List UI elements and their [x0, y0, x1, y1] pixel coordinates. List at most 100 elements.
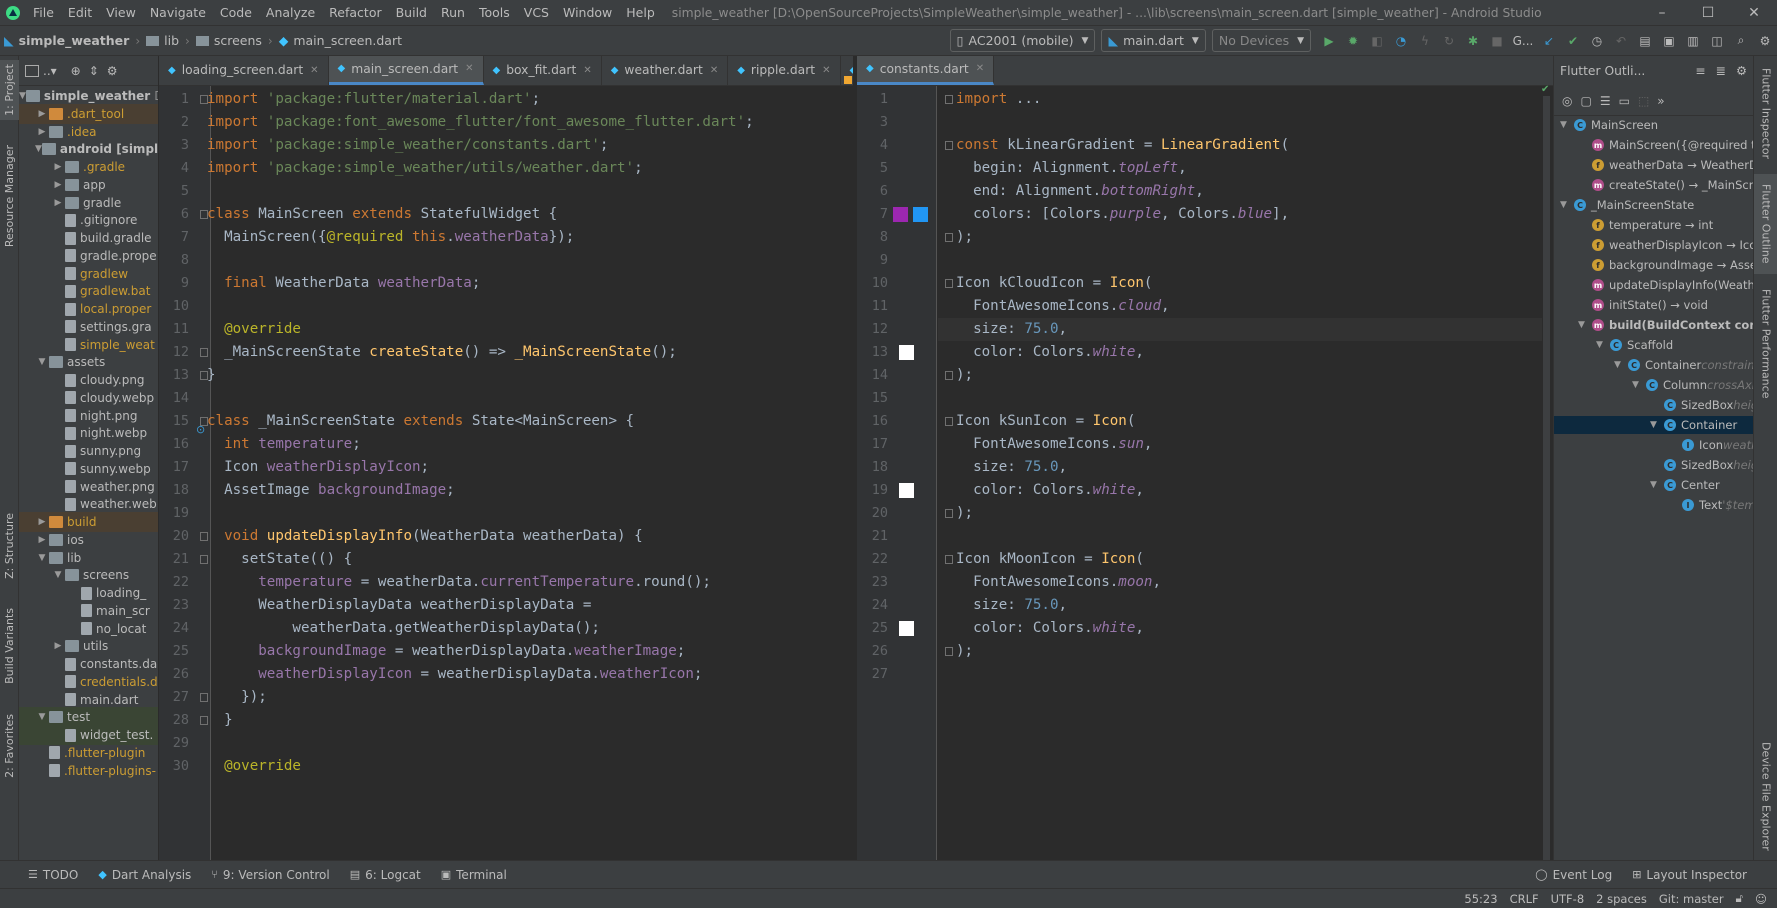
breadcrumb-screens[interactable]: screens [192, 33, 266, 48]
indent-setting[interactable]: 2 spaces [1590, 892, 1653, 906]
menu-item-edit[interactable]: Edit [61, 0, 99, 26]
tab-todo[interactable]: ☰ TODO [0, 868, 88, 882]
history-icon[interactable]: ◷ [1585, 29, 1609, 53]
chevron-right-icon[interactable]: ▶ [35, 109, 49, 119]
expand-all-icon[interactable]: ≡ [1695, 64, 1705, 78]
chevron-down-icon[interactable]: ▼ [1578, 320, 1592, 330]
fold-marker-icon[interactable] [200, 348, 208, 357]
fold-marker-icon[interactable] [200, 210, 208, 219]
fold-marker-icon[interactable] [200, 95, 208, 104]
tab-build-variants[interactable]: Build Variants [0, 596, 19, 696]
chevron-down-icon[interactable]: ▼ [35, 144, 42, 154]
minimize-icon[interactable]: – [1639, 0, 1685, 26]
hot-reload-icon[interactable]: ϟ [1413, 29, 1437, 53]
outline-item[interactable]: ▼C Column crossAxis [1554, 376, 1753, 394]
chevron-right-icon[interactable]: ▶ [35, 127, 49, 137]
debug-icon[interactable]: ✹ [1341, 29, 1365, 53]
outline-item[interactable]: f temperature → int [1554, 216, 1753, 234]
tab-favorites[interactable]: 2: Favorites [0, 706, 19, 786]
menu-item-run[interactable]: Run [434, 0, 472, 26]
outline-item[interactable]: ▼C Container constraints [1554, 356, 1753, 374]
maximize-icon[interactable]: ☐ [1685, 0, 1731, 26]
tab-resource-manager[interactable]: Resource Manager [0, 136, 19, 256]
outline-item[interactable]: I Text '$tem [1554, 496, 1753, 514]
tab-version-control[interactable]: ⑂ 9: Version Control [201, 868, 339, 882]
fold-marker-icon[interactable] [945, 555, 953, 564]
git-label[interactable]: G... [1509, 29, 1537, 53]
close-tab-icon[interactable]: ✕ [583, 65, 591, 76]
editor-tab[interactable]: ◆ loading_screen.dart ✕ [159, 56, 329, 85]
profile-icon[interactable]: ◔ [1389, 29, 1413, 53]
chevron-down-icon[interactable]: ▼ [1650, 420, 1664, 430]
editor-tab[interactable]: ◆ constants.dart ✕ [857, 56, 995, 85]
outline-item[interactable]: m initState() → void [1554, 296, 1753, 314]
editor-tab[interactable]: ◆ main_screen.dart ✕ [328, 56, 484, 85]
outline-item[interactable]: ▼ C Center [1554, 476, 1753, 494]
chevron-down-icon[interactable]: ▼ [1650, 480, 1664, 490]
git-update-icon[interactable]: ↙ [1537, 29, 1561, 53]
search-icon[interactable]: ⌕ [1729, 29, 1753, 53]
menu-item-help[interactable]: Help [619, 0, 662, 26]
chevron-down-icon[interactable]: ▼ [19, 91, 26, 101]
chevron-right-icon[interactable]: ▶ [35, 517, 49, 527]
center-widget-icon[interactable]: ◎ [1562, 94, 1572, 108]
editor-tab[interactable]: ◆ weather.dart ✕ [602, 56, 729, 85]
coverage-icon[interactable]: ◧ [1365, 29, 1389, 53]
close-tab-icon[interactable]: ✕ [822, 65, 830, 76]
close-tab-icon[interactable]: ✕ [710, 65, 718, 76]
fold-marker-icon[interactable] [200, 693, 208, 702]
chevron-right-icon[interactable]: ▶ [51, 162, 65, 172]
outline-item[interactable]: f backgroundImage → AssetIm [1554, 256, 1753, 274]
fold-marker-icon[interactable] [200, 532, 208, 541]
outline-item[interactable]: f weatherData → WeatherData [1554, 156, 1753, 174]
fold-marker-icon[interactable] [200, 716, 208, 725]
attach-debugger-icon[interactable]: ✱ [1461, 29, 1485, 53]
breadcrumb-lib[interactable]: lib [142, 33, 183, 48]
tab-flutter-performance[interactable]: Flutter Performance [1754, 284, 1777, 404]
outline-item[interactable]: ▼ C _MainScreenState [1554, 196, 1753, 214]
fold-marker-icon[interactable] [945, 95, 953, 104]
color-swatch-white[interactable] [899, 345, 914, 360]
color-swatch-purple[interactable] [893, 207, 908, 222]
chevron-right-icon[interactable]: ▶ [51, 641, 65, 651]
locate-icon[interactable]: ⊕ [71, 64, 81, 78]
breadcrumb-file[interactable]: ◆ main_screen.dart [275, 33, 406, 48]
color-swatch-white[interactable] [899, 621, 914, 636]
remove-widget-icon[interactable]: ⬚ [1638, 94, 1649, 108]
stop-icon[interactable]: ■ [1485, 29, 1509, 53]
tab-device-file-explorer[interactable]: Device File Explorer [1754, 736, 1777, 856]
chevron-down-icon[interactable]: ▼ [35, 553, 49, 563]
git-branch[interactable]: Git: master [1653, 892, 1730, 906]
menu-item-view[interactable]: View [99, 0, 143, 26]
menu-item-tools[interactable]: Tools [472, 0, 517, 26]
fold-marker-icon[interactable] [200, 555, 208, 564]
menu-item-file[interactable]: File [26, 0, 61, 26]
sync-icon[interactable]: ◫ [1705, 29, 1729, 53]
close-tab-icon[interactable]: ✕ [310, 65, 318, 76]
warning-marker[interactable] [844, 76, 852, 84]
hot-restart-icon[interactable]: ↻ [1437, 29, 1461, 53]
chevron-down-icon[interactable]: ▼ [1560, 200, 1574, 210]
outline-item[interactable]: ▼ C Container [1554, 416, 1753, 434]
project-view-selector[interactable] [25, 64, 39, 77]
menu-item-build[interactable]: Build [389, 0, 434, 26]
outline-item[interactable]: m updateDisplayInfo(WeatherD [1554, 276, 1753, 294]
tab-logcat[interactable]: ▤ 6: Logcat [340, 868, 431, 882]
collapse-all-icon[interactable]: ≣ [1716, 64, 1726, 78]
chevron-down-icon[interactable]: ▼ [1632, 380, 1646, 390]
menu-item-analyze[interactable]: Analyze [259, 0, 322, 26]
chevron-right-icon[interactable]: ▶ [35, 535, 49, 545]
more-icon[interactable]: » [1657, 94, 1664, 108]
menu-item-window[interactable]: Window [556, 0, 619, 26]
fold-marker-icon[interactable] [945, 417, 953, 426]
fold-marker-icon[interactable] [945, 233, 953, 242]
line-separator[interactable]: CRLF [1504, 892, 1545, 906]
column-widget-icon[interactable]: ☰ [1600, 94, 1611, 108]
tab-dart-analysis[interactable]: ◆ Dart Analysis [88, 868, 201, 882]
menu-item-vcs[interactable]: VCS [517, 0, 556, 26]
fold-marker-icon[interactable] [945, 371, 953, 380]
chevron-right-icon[interactable]: ▶ [51, 198, 65, 208]
override-gutter-icon[interactable]: ⊙ [196, 423, 205, 436]
outline-item[interactable]: ▼m build(BuildContext contex [1554, 316, 1753, 334]
color-swatch-white[interactable] [899, 483, 914, 498]
